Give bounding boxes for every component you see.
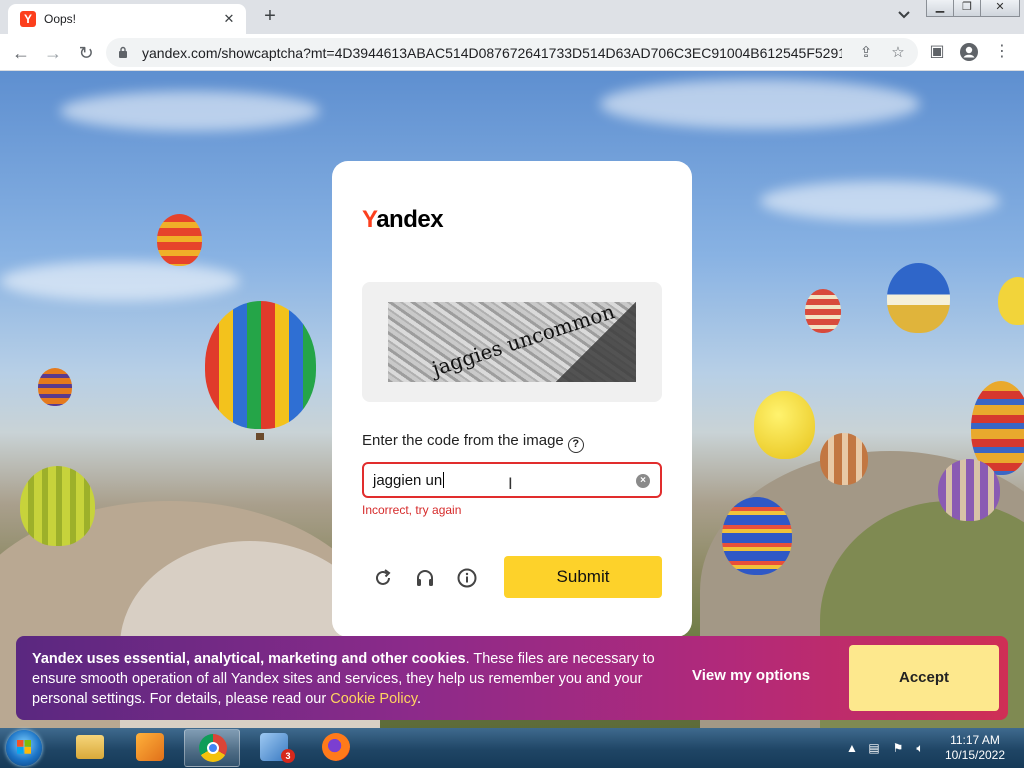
captcha-image-frame: jaggies uncommon — [362, 282, 662, 402]
address-bar[interactable]: yandex.com/showcaptcha?mt=4D3944613ABAC5… — [106, 38, 918, 67]
captcha-code-input[interactable]: jaggien un Ⅰ × — [362, 462, 662, 498]
forward-icon[interactable]: → — [40, 40, 66, 66]
hot-air-balloon — [157, 214, 202, 266]
action-center-icon[interactable]: ⚑ — [890, 740, 906, 756]
cloud — [760, 181, 1000, 221]
media-player-icon — [136, 733, 164, 761]
lock-icon[interactable] — [118, 46, 128, 58]
folder-icon — [76, 735, 104, 759]
hot-air-balloon — [938, 459, 1000, 521]
taskbar: 3 ▲ ▤ ⚑ 🔈︎ 11:17 AM 10/15/2022 — [0, 728, 1024, 768]
window-close-icon[interactable]: ✕ — [980, 0, 1020, 17]
firefox-icon — [322, 733, 350, 761]
refresh-captcha-icon[interactable] — [370, 565, 396, 591]
more-menu-icon[interactable]: ⋮ — [990, 40, 1014, 64]
reload-icon[interactable]: ↻ — [73, 40, 99, 66]
taskbar-firefox[interactable] — [308, 729, 364, 767]
network-icon[interactable]: ▤ — [866, 740, 882, 756]
captcha-prompt-label: Enter the code from the image — [362, 432, 564, 449]
tab-title: Oops! — [44, 12, 77, 26]
clock-date: 10/15/2022 — [944, 748, 1006, 762]
back-icon[interactable]: ← — [8, 40, 34, 66]
restore-icon[interactable]: ❐ — [953, 0, 981, 17]
show-hidden-icons-icon[interactable]: ▲ — [844, 740, 860, 756]
browser-toolbar: ← → ↻ yandex.com/showcaptcha?mt=4D394461… — [0, 34, 1024, 71]
star-icon[interactable]: ☆ — [888, 43, 908, 63]
hot-air-balloon — [20, 466, 95, 546]
hot-air-balloon — [998, 277, 1024, 325]
yandex-favicon-icon: Y — [20, 11, 36, 27]
chrome-icon — [199, 734, 227, 762]
cloud — [0, 261, 240, 301]
yandex-logo: Yandex — [362, 206, 444, 233]
info-icon[interactable] — [454, 565, 480, 591]
accept-cookies-button[interactable]: Accept — [849, 645, 999, 711]
cloud — [600, 79, 920, 129]
clock-time: 11:17 AM — [950, 733, 1000, 747]
start-button[interactable] — [6, 730, 42, 766]
hot-air-balloon — [754, 391, 815, 459]
close-icon[interactable]: ✕ — [220, 10, 238, 28]
audio-captcha-icon[interactable] — [412, 565, 438, 591]
cookie-text: Yandex uses essential, analytical, marke… — [32, 651, 655, 707]
clear-input-icon[interactable]: × — [636, 474, 650, 488]
help-icon[interactable]: ? — [567, 437, 584, 453]
error-message: Incorrect, try again — [362, 503, 462, 517]
captcha-image: jaggies uncommon — [388, 302, 636, 382]
captcha-code-value[interactable]: jaggien un — [373, 472, 444, 489]
hot-air-balloon — [887, 263, 950, 333]
text-cursor-icon: Ⅰ — [508, 476, 513, 493]
notification-badge: 3 — [281, 749, 295, 763]
url-text[interactable]: yandex.com/showcaptcha?mt=4D3944613ABAC5… — [142, 45, 842, 61]
tab-strip: Y Oops! ✕ + ▁ ❐ ✕ — [0, 0, 1024, 34]
new-tab-button[interactable]: + — [258, 5, 282, 29]
profile-icon[interactable] — [957, 40, 981, 64]
windows-logo-icon — [17, 740, 31, 754]
system-clock[interactable]: 11:17 AM 10/15/2022 — [940, 733, 1010, 763]
captcha-card: Yandex jaggies uncommon Enter the code f… — [332, 161, 692, 637]
taskbar-search-tool[interactable]: 3 — [246, 729, 302, 767]
balloon-basket — [256, 433, 264, 440]
hot-air-balloon — [820, 433, 868, 485]
hot-air-balloon — [38, 368, 72, 406]
taskbar-chrome[interactable] — [184, 729, 240, 767]
browser-tab[interactable]: Y Oops! ✕ — [8, 4, 246, 34]
view-options-button[interactable]: View my options — [692, 667, 810, 684]
share-icon[interactable]: ⇪ — [856, 43, 876, 63]
hot-air-balloon — [722, 497, 792, 575]
cloud — [60, 91, 320, 131]
volume-icon[interactable]: 🔈︎ — [912, 740, 928, 756]
taskbar-explorer[interactable] — [62, 729, 118, 767]
submit-button[interactable]: Submit — [504, 556, 662, 598]
hot-air-balloon — [205, 301, 316, 429]
cookie-banner: Yandex uses essential, analytical, marke… — [16, 636, 1008, 720]
minimize-icon[interactable]: ▁ — [926, 0, 954, 17]
captcha-image-text: jaggies uncommon — [428, 302, 618, 381]
chevron-down-icon[interactable] — [894, 8, 914, 26]
cookie-policy-link[interactable]: Cookie Policy — [330, 691, 417, 707]
side-panel-icon[interactable]: ▣ — [925, 40, 949, 64]
captcha-prompt: Enter the code from the image? — [362, 432, 584, 453]
hot-air-balloon — [805, 289, 841, 333]
taskbar-media-player[interactable] — [122, 729, 178, 767]
